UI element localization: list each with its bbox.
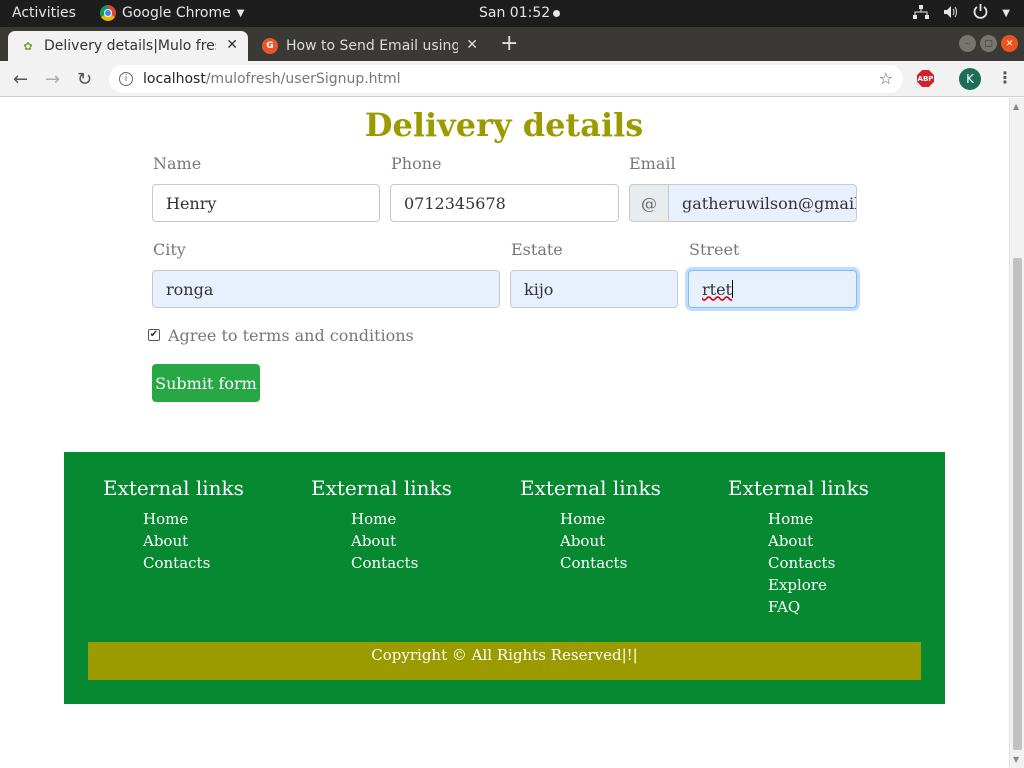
footer-heading: External links — [103, 476, 244, 500]
footer: External links Home About Contacts Exter… — [64, 452, 945, 704]
estate-label: Estate — [511, 240, 563, 259]
scrollbar-thumb[interactable] — [1013, 258, 1022, 750]
footer-link-about[interactable]: About — [351, 530, 452, 552]
footer-column: External links Home About Contacts Explo… — [728, 476, 869, 618]
tab-title: Delivery details|Mulo fresh — [44, 38, 216, 54]
back-arrow-icon[interactable]: ← — [13, 69, 28, 90]
footer-link-faq[interactable]: FAQ — [768, 596, 869, 618]
name-label: Name — [153, 154, 202, 173]
clock[interactable]: San 01:52 — [479, 5, 561, 21]
app-menu[interactable]: Google Chrome ▼ — [100, 5, 244, 21]
chevron-down-icon: ▼ — [1002, 8, 1010, 19]
maximize-icon[interactable]: □ — [980, 35, 997, 52]
profile-avatar[interactable]: K — [959, 68, 981, 90]
app-name: Google Chrome — [122, 5, 231, 21]
footer-link-home[interactable]: Home — [560, 508, 661, 530]
street-value: rtet — [702, 279, 732, 299]
street-field[interactable]: rtet — [688, 270, 857, 308]
terms-label[interactable]: Agree to terms and conditions — [168, 326, 414, 345]
url-host: localhost — [143, 71, 206, 87]
chevron-down-icon: ▼ — [236, 7, 245, 19]
power-icon — [973, 4, 988, 23]
address-bar[interactable]: i localhost/mulofresh/userSignup.html ☆ — [109, 65, 903, 93]
close-tab-icon[interactable]: ✕ — [226, 37, 238, 53]
name-field[interactable]: Henry — [152, 184, 380, 222]
text-cursor — [731, 280, 733, 298]
activities-button[interactable]: Activities — [12, 5, 76, 21]
minimize-icon[interactable]: – — [959, 35, 976, 52]
submit-button[interactable]: Submit form — [152, 364, 260, 402]
scroll-up-icon[interactable]: ▲ — [1013, 102, 1019, 111]
scroll-down-icon[interactable]: ▼ — [1013, 755, 1019, 764]
kebab-menu-icon[interactable]: ⋮ — [997, 68, 1013, 87]
tab-send-email[interactable]: G How to Send Email using ✕ — [250, 31, 488, 61]
footer-link-about[interactable]: About — [768, 530, 869, 552]
bookmark-star-icon[interactable]: ☆ — [879, 69, 893, 88]
city-label: City — [153, 240, 186, 259]
footer-link-about[interactable]: About — [143, 530, 244, 552]
email-label: Email — [629, 154, 676, 173]
browser-toolbar: ← → ↻ i localhost/mulofresh/userSignup.h… — [0, 61, 1024, 97]
footer-link-about[interactable]: About — [560, 530, 661, 552]
page-viewport: Delivery details Name Henry Phone 071234… — [0, 98, 1008, 768]
window-controls: – □ ✕ — [959, 35, 1018, 52]
close-tab-icon[interactable]: ✕ — [466, 37, 478, 53]
forward-arrow-icon[interactable]: → — [45, 69, 60, 90]
footer-heading: External links — [520, 476, 661, 500]
chrome-logo-icon — [100, 5, 116, 21]
footer-link-contacts[interactable]: Contacts — [768, 552, 869, 574]
leaf-favicon-icon: ✿ — [23, 39, 33, 53]
terms-checkbox[interactable]: ✔ — [148, 329, 160, 341]
footer-link-home[interactable]: Home — [768, 508, 869, 530]
city-field[interactable]: ronga — [152, 270, 500, 308]
close-window-icon[interactable]: ✕ — [1001, 35, 1018, 52]
footer-column: External links Home About Contacts — [520, 476, 661, 574]
footer-link-contacts[interactable]: Contacts — [143, 552, 244, 574]
at-sign-prefix: @ — [629, 184, 669, 222]
tab-title: How to Send Email using — [286, 38, 458, 54]
system-tray[interactable]: ▼ — [913, 4, 1010, 23]
notification-dot-icon — [553, 9, 561, 17]
footer-link-contacts[interactable]: Contacts — [560, 552, 661, 574]
street-label: Street — [689, 240, 740, 259]
system-top-bar: Activities Google Chrome ▼ San 01:52 ▼ — [0, 0, 1024, 27]
footer-heading: External links — [311, 476, 452, 500]
page-title: Delivery details — [364, 106, 644, 144]
estate-field[interactable]: kijo — [510, 270, 678, 308]
new-tab-icon[interactable]: + — [500, 31, 518, 57]
phone-label: Phone — [391, 154, 442, 173]
footer-column: External links Home About Contacts — [311, 476, 452, 574]
network-icon — [913, 4, 930, 23]
generic-favicon-icon: G — [262, 38, 278, 54]
footer-heading: External links — [728, 476, 869, 500]
footer-link-contacts[interactable]: Contacts — [351, 552, 452, 574]
footer-link-home[interactable]: Home — [143, 508, 244, 530]
volume-icon — [943, 5, 959, 23]
url-path: /mulofresh/userSignup.html — [205, 71, 401, 87]
info-icon[interactable]: i — [119, 72, 133, 86]
email-field[interactable]: gatheruwilson@gmail.com — [668, 184, 857, 222]
tab-strip: ✿ Delivery details|Mulo fresh ✕ G How to… — [0, 27, 1024, 61]
footer-column: External links Home About Contacts — [103, 476, 244, 574]
copyright-bar: Copyright © All Rights Reserved|!| — [88, 642, 921, 680]
footer-link-home[interactable]: Home — [351, 508, 452, 530]
tab-delivery-details[interactable]: ✿ Delivery details|Mulo fresh ✕ — [8, 31, 248, 61]
vertical-scrollbar[interactable]: ▲ ▼ — [1009, 98, 1024, 768]
footer-link-explore[interactable]: Explore — [768, 574, 869, 596]
phone-field[interactable]: 0712345678 — [390, 184, 619, 222]
reload-icon[interactable]: ↻ — [77, 69, 92, 90]
